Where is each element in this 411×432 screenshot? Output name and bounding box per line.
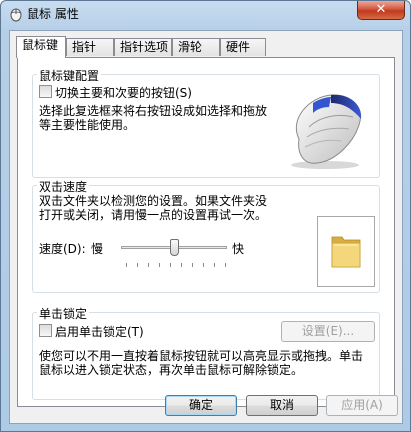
click-lock-title: 单击锁定 (37, 305, 90, 322)
double-click-group: 双击速度 双击文件夹以检测您的设置。如果文件夹没 打开或关闭，请用慢一点的设置再… (32, 178, 380, 293)
click-lock-settings-button[interactable]: 设置(E)... (281, 321, 375, 342)
tab-mouse-buttons[interactable]: 鼠标键 (16, 36, 66, 58)
mouse-app-icon (8, 6, 24, 22)
speed-slow-label: 慢 (91, 242, 104, 256)
swap-buttons-label[interactable]: 切换主要和次要的按钮(S) (55, 84, 192, 101)
apply-button[interactable]: 应用(A) (326, 395, 398, 416)
swap-description-line-2: 等主要性能使用。 (39, 118, 136, 132)
ok-button[interactable]: 确定 (165, 395, 237, 416)
click-lock-checkbox[interactable] (39, 324, 52, 337)
double-click-title: 双击速度 (37, 178, 90, 195)
dialog-client-area: 鼠标键 指针 指针选项 滑轮 硬件 鼠标键配置 切换主要和次要的按钮(S) 选择… (9, 30, 403, 424)
tab-pointers[interactable]: 指针 (66, 38, 114, 56)
swap-description-line-1: 选择此复选框来将右按钮设成如选择和拖放 (39, 104, 268, 118)
double-click-description-line-1: 双击文件夹以检测您的设置。如果文件夹没 (39, 194, 268, 208)
tab-panel: 鼠标键配置 切换主要和次要的按钮(S) 选择此复选框来将右按钮设成如选择和拖放 … (17, 57, 395, 407)
tab-hardware[interactable]: 硬件 (220, 38, 266, 56)
cancel-button[interactable]: 取消 (246, 395, 318, 416)
speed-slider-thumb[interactable] (169, 239, 179, 256)
speed-label: 速度(D): (39, 242, 86, 256)
mouse-image (279, 77, 375, 173)
click-lock-description-line-2: 鼠标以进入锁定状态，再次单击鼠标可解除锁定。 (39, 363, 304, 377)
speed-fast-label: 快 (232, 242, 245, 256)
slider-tick (225, 263, 226, 267)
folder-icon[interactable] (330, 231, 362, 271)
close-icon: ✕ (375, 2, 387, 17)
close-button[interactable]: ✕ (357, 1, 405, 20)
slider-tick (181, 263, 182, 267)
tab-pointer-options[interactable]: 指针选项 (114, 38, 172, 56)
click-lock-label[interactable]: 启用单击锁定(T) (55, 323, 144, 340)
test-folder-area[interactable] (317, 216, 375, 287)
window-title: 鼠标 属性 (27, 7, 79, 21)
swap-buttons-checkbox[interactable] (39, 85, 52, 98)
slider-tick (137, 263, 138, 267)
tab-wheel[interactable]: 滑轮 (172, 38, 220, 56)
click-lock-group: 单击锁定 启用单击锁定(T) 设置(E)... 使您可以不用一直按着鼠标按钮就可… (32, 305, 380, 400)
slider-tick (214, 263, 215, 267)
button-config-group: 鼠标键配置 切换主要和次要的按钮(S) 选择此复选框来将右按钮设成如选择和拖放 … (32, 67, 380, 178)
mouse-properties-window: 鼠标 属性 ✕ 鼠标键 指针 指针选项 滑轮 硬件 鼠标键配置 切换主要和次要的… (0, 0, 411, 432)
slider-tick (159, 263, 160, 267)
slider-tick (170, 263, 171, 267)
click-lock-description-line-1: 使您可以不用一直按着鼠标按钮就可以高亮显示或拖拽。单击 (39, 349, 364, 363)
button-config-title: 鼠标键配置 (37, 67, 102, 84)
slider-tick (203, 263, 204, 267)
slider-tick (148, 263, 149, 267)
double-click-description-line-2: 打开或关闭，请用慢一点的设置再试一次。 (39, 208, 268, 222)
title-bar[interactable]: 鼠标 属性 ✕ (1, 1, 410, 27)
slider-tick (126, 263, 127, 267)
slider-tick (192, 263, 193, 267)
